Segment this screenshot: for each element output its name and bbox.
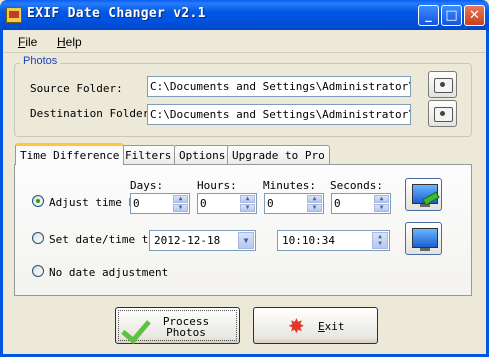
menu-help[interactable]: Help	[57, 35, 82, 49]
minutes-value: 0	[267, 197, 274, 210]
process-photos-button[interactable]: Process Photos	[115, 307, 240, 344]
days-down-arrow-icon[interactable]: ▼	[173, 204, 188, 212]
source-browse-button[interactable]	[428, 71, 457, 98]
exit-accel: E	[318, 320, 325, 333]
seconds-up-arrow-icon[interactable]: ▲	[374, 195, 389, 203]
hours-value: 0	[200, 197, 207, 210]
window-title: EXIF Date Changer v2.1	[27, 6, 206, 21]
destination-folder-input[interactable]: C:\Documents and Settings\Administrator\…	[147, 104, 411, 125]
menu-file[interactable]: File	[18, 35, 37, 49]
days-label: Days:	[130, 179, 164, 192]
chevron-down-icon[interactable]: ▼	[238, 232, 254, 249]
tab-filters[interactable]: Filters	[120, 145, 177, 164]
camera-folder-icon	[434, 107, 453, 122]
no-adjustment-label[interactable]: No date adjustment	[49, 266, 168, 279]
menu-separator	[3, 52, 486, 53]
hours-up-arrow-icon[interactable]: ▲	[240, 195, 255, 203]
tab-upgrade-to-pro[interactable]: Upgrade to Pro	[227, 145, 330, 164]
tab-time-difference[interactable]: Time Difference	[15, 143, 125, 165]
no-adjustment-radio[interactable]	[32, 265, 44, 277]
seconds-label: Seconds:	[330, 179, 383, 192]
source-folder-label: Source Folder:	[30, 82, 123, 95]
date-value: 2012-12-18	[154, 234, 221, 247]
exit-button[interactable]: ✸ Exit	[253, 307, 378, 344]
photos-group-label: Photos	[20, 55, 61, 67]
exit-label: Exit	[318, 320, 345, 333]
red-burst-icon: ✸	[288, 314, 305, 338]
destination-browse-button[interactable]	[428, 100, 457, 127]
apply-adjust-button[interactable]	[405, 178, 442, 211]
monitor-magnify-icon	[412, 228, 438, 251]
days-value: 0	[133, 197, 140, 210]
date-picker[interactable]: 2012-12-18 ▼	[149, 230, 256, 251]
days-up-arrow-icon[interactable]: ▲	[173, 195, 188, 203]
adjust-time-radio[interactable]	[32, 195, 44, 207]
hours-stepper[interactable]: 0 ▲ ▼	[197, 193, 257, 214]
exit-rest: xit	[324, 320, 345, 333]
minutes-label: Minutes:	[263, 179, 316, 192]
window-frame-left	[0, 30, 3, 357]
minutes-stepper[interactable]: 0 ▲ ▼	[264, 193, 324, 214]
menu-file-rest: ile	[25, 35, 38, 49]
photos-group	[14, 63, 472, 137]
menu-help-rest: elp	[65, 35, 82, 49]
app-icon[interactable]	[6, 7, 22, 23]
time-spin-arrows-icon[interactable]: ▲ ▼	[372, 232, 388, 249]
menu-help-accel: H	[57, 35, 66, 49]
adjust-time-label[interactable]: Adjust time by	[49, 196, 142, 209]
set-date-radio[interactable]	[32, 232, 44, 244]
seconds-stepper[interactable]: 0 ▲ ▼	[331, 193, 391, 214]
source-folder-input[interactable]: C:\Documents and Settings\Administrator\…	[147, 76, 411, 97]
hours-label: Hours:	[197, 179, 237, 192]
apply-set-date-button[interactable]	[405, 222, 442, 255]
minutes-down-arrow-icon[interactable]: ▼	[307, 204, 322, 212]
seconds-value: 0	[334, 197, 341, 210]
tab-options[interactable]: Options	[174, 145, 231, 164]
seconds-down-arrow-icon[interactable]: ▼	[374, 204, 389, 212]
maximize-button[interactable]: □	[441, 5, 462, 26]
destination-folder-label: Destination Folder:	[30, 107, 156, 120]
process-photos-label: Process Photos	[156, 316, 216, 338]
close-button[interactable]: ✕	[464, 5, 485, 26]
set-date-label[interactable]: Set date/time to:	[49, 233, 162, 246]
hours-down-arrow-icon[interactable]: ▼	[240, 204, 255, 212]
minimize-button[interactable]: _	[418, 5, 439, 26]
time-value: 10:10:34	[282, 234, 335, 247]
days-stepper[interactable]: 0 ▲ ▼	[130, 193, 190, 214]
minutes-up-arrow-icon[interactable]: ▲	[307, 195, 322, 203]
process-line-2: Photos	[166, 326, 206, 339]
camera-folder-icon	[434, 78, 453, 93]
time-stepper[interactable]: 10:10:34 ▲ ▼	[277, 230, 390, 251]
green-check-icon	[121, 313, 151, 344]
